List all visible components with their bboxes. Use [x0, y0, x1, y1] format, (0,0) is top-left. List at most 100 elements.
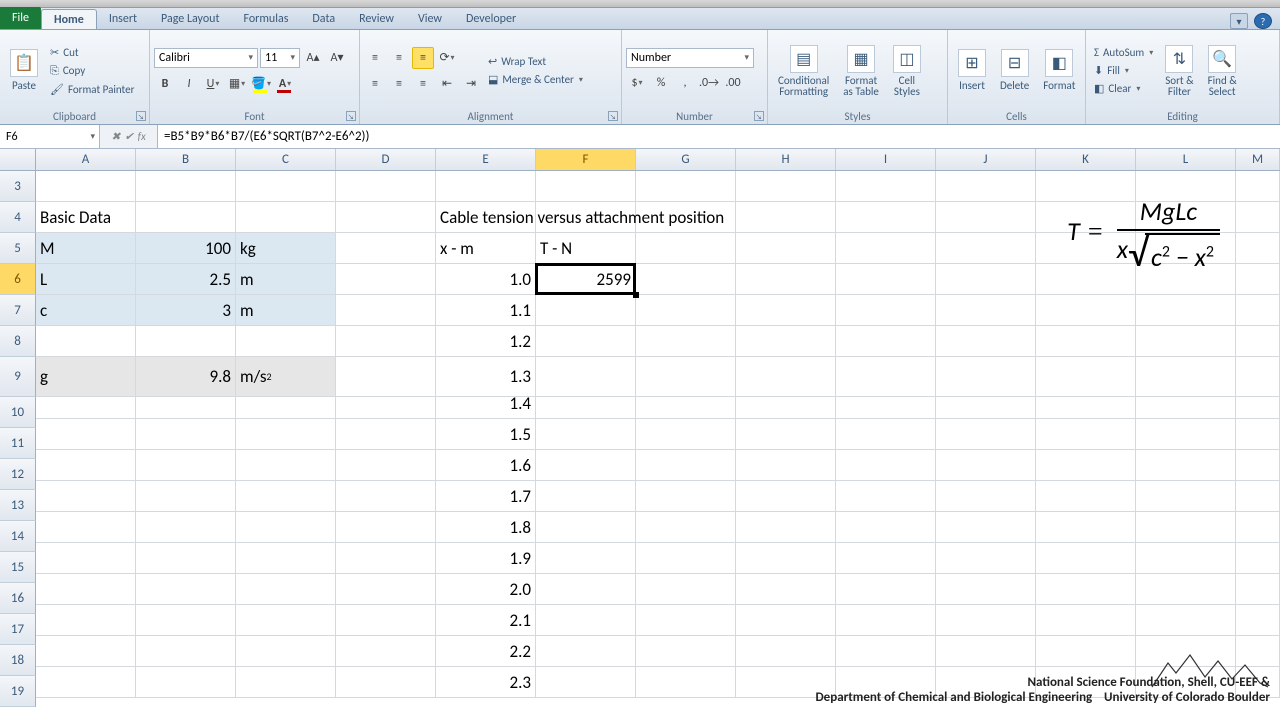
cell[interactable] [1136, 512, 1236, 543]
cell[interactable] [736, 326, 836, 357]
alignment-launcher[interactable]: ↘ [608, 111, 618, 121]
cell-a7[interactable]: c [36, 295, 136, 326]
cell[interactable] [1236, 450, 1280, 481]
cell-styles-button[interactable]: ◫Cell Styles [887, 42, 927, 100]
clear-button[interactable]: ◧Clear▾ [1090, 80, 1157, 97]
tab-data[interactable]: Data [300, 9, 347, 29]
cell-e10[interactable]: 1.4 [436, 388, 536, 419]
cell[interactable] [736, 264, 836, 295]
cell[interactable] [736, 636, 836, 667]
copy-button[interactable]: ⎘Copy [46, 62, 138, 80]
col-header-g[interactable]: G [636, 149, 736, 170]
align-bottom-icon[interactable]: ≡ [412, 47, 434, 69]
cell[interactable] [936, 264, 1036, 295]
cell[interactable] [1236, 388, 1280, 419]
cell-c5[interactable]: kg [236, 233, 336, 264]
cell[interactable] [36, 419, 136, 450]
cell[interactable] [236, 481, 336, 512]
cell-e8[interactable]: 1.2 [436, 326, 536, 357]
cell[interactable] [936, 543, 1036, 574]
col-header-d[interactable]: D [336, 149, 436, 170]
cell[interactable] [836, 171, 936, 202]
row-header-15[interactable]: 15 [0, 552, 36, 583]
cell[interactable] [336, 574, 436, 605]
cell[interactable] [36, 512, 136, 543]
cell[interactable] [136, 481, 236, 512]
cell[interactable] [736, 171, 836, 202]
row-header-14[interactable]: 14 [0, 521, 36, 552]
cell[interactable] [1236, 481, 1280, 512]
cell[interactable] [1136, 295, 1236, 326]
cell[interactable] [136, 388, 236, 419]
decrease-indent-icon[interactable]: ⇤ [436, 73, 458, 95]
cut-button[interactable]: ✂Cut [46, 44, 138, 61]
cell[interactable] [736, 481, 836, 512]
formula-input[interactable]: =B5*B9*B6*B7/(E6*SQRT(B7^2-E6^2)) [158, 125, 1280, 148]
cell[interactable] [836, 574, 936, 605]
row-header-7[interactable]: 7 [0, 295, 36, 326]
cell-e13[interactable]: 1.7 [436, 481, 536, 512]
file-tab[interactable]: File [0, 7, 41, 29]
cell[interactable] [736, 388, 836, 419]
cell[interactable] [336, 419, 436, 450]
cell[interactable] [536, 574, 636, 605]
cell[interactable] [936, 574, 1036, 605]
font-launcher[interactable]: ↘ [346, 111, 356, 121]
cell[interactable] [336, 512, 436, 543]
autosum-button[interactable]: ΣAutoSum▾ [1090, 44, 1157, 61]
cell[interactable] [236, 574, 336, 605]
cell[interactable] [136, 512, 236, 543]
decrease-decimal-icon[interactable]: .00 [722, 72, 744, 94]
cell-e15[interactable]: 1.9 [436, 543, 536, 574]
cell[interactable] [336, 636, 436, 667]
cell[interactable] [136, 605, 236, 636]
cell[interactable] [636, 295, 736, 326]
cell[interactable] [1036, 388, 1136, 419]
cell[interactable] [836, 450, 936, 481]
fx-icon[interactable]: fx [138, 130, 146, 143]
cell[interactable] [936, 481, 1036, 512]
cell[interactable] [1036, 481, 1136, 512]
col-header-e[interactable]: E [436, 149, 536, 170]
fill-color-button[interactable]: 🪣▾ [250, 73, 272, 95]
fill-handle[interactable] [633, 292, 639, 298]
cell[interactable] [136, 543, 236, 574]
cell[interactable] [636, 574, 736, 605]
cell-a5[interactable]: M [36, 233, 136, 264]
cell[interactable] [1136, 481, 1236, 512]
align-right-icon[interactable]: ≡ [412, 73, 434, 95]
cell[interactable] [136, 450, 236, 481]
row-header-19[interactable]: 19 [0, 676, 36, 707]
cell[interactable] [236, 605, 336, 636]
cell[interactable] [1036, 636, 1136, 667]
cell-e17[interactable]: 2.1 [436, 605, 536, 636]
number-format-select[interactable]: Number [626, 48, 754, 68]
cell[interactable] [736, 574, 836, 605]
decrease-font-icon[interactable]: A▾ [326, 47, 348, 69]
row-header-13[interactable]: 13 [0, 490, 36, 521]
format-cells-button[interactable]: ◧Format [1037, 46, 1081, 95]
cell[interactable] [236, 450, 336, 481]
tab-view[interactable]: View [406, 9, 454, 29]
wrap-text-button[interactable]: ↩Wrap Text [484, 53, 587, 70]
cell[interactable] [636, 605, 736, 636]
cell[interactable] [636, 388, 736, 419]
bold-button[interactable]: B [154, 73, 176, 95]
row-header-8[interactable]: 8 [0, 326, 36, 357]
number-launcher[interactable]: ↘ [754, 111, 764, 121]
cell[interactable] [1136, 450, 1236, 481]
cancel-formula-icon[interactable]: ✖ [111, 130, 120, 143]
orientation-icon[interactable]: ⟳▾ [436, 47, 458, 69]
col-header-m[interactable]: M [1236, 149, 1280, 170]
cell[interactable] [436, 171, 536, 202]
cell[interactable] [1236, 419, 1280, 450]
cell[interactable] [1036, 450, 1136, 481]
cell[interactable] [536, 295, 636, 326]
cell[interactable] [136, 326, 236, 357]
cell[interactable] [136, 574, 236, 605]
cell-e11[interactable]: 1.5 [436, 419, 536, 450]
cell[interactable] [336, 326, 436, 357]
cell[interactable] [536, 419, 636, 450]
cell[interactable] [836, 543, 936, 574]
cell[interactable] [36, 171, 136, 202]
